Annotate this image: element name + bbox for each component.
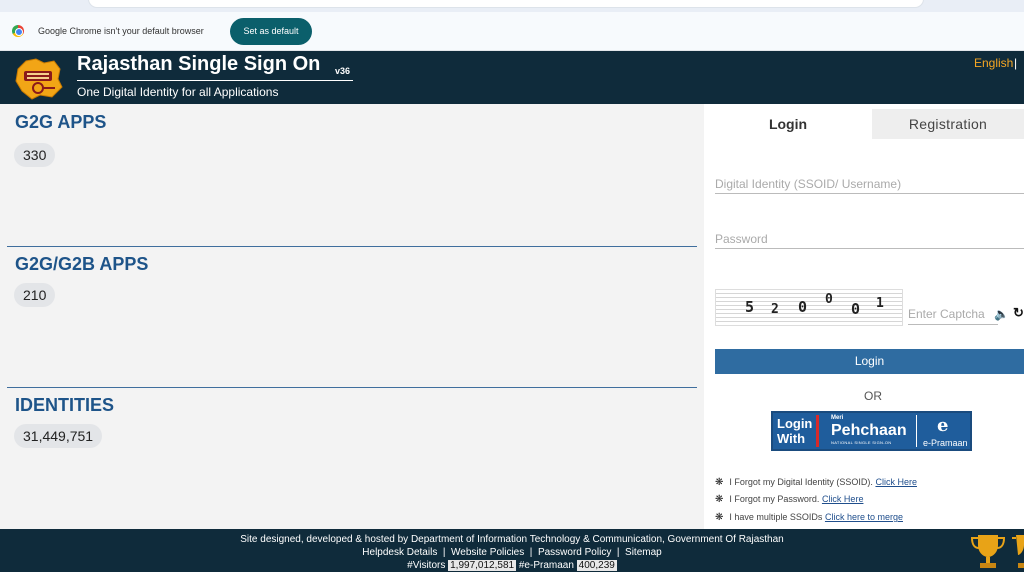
site-tagline: One Digital Identity for all Application… [77, 85, 279, 99]
stat-count-badge: 210 [14, 283, 56, 307]
visitors-count: 1,997,012,581 [448, 560, 517, 571]
website-policies-link[interactable]: Website Policies [451, 547, 524, 558]
or-divider-text: OR [864, 389, 882, 403]
stat-divider [7, 246, 697, 247]
captcha-digit: 0 [851, 300, 861, 318]
pehchaan-subtitle-text: NATIONAL SINGLE SIGN-ON [831, 440, 892, 445]
visitors-label: #Visitors [407, 560, 446, 571]
helpdesk-link[interactable]: Helpdesk Details [362, 547, 437, 558]
help-forgot-ssoid: ❋ I Forgot my Digital Identity (SSOID). C… [715, 477, 917, 488]
stat-count-badge: 330 [14, 143, 56, 167]
help-merge-ssoid: ❋ I have multiple SSOIDs Click here to me… [715, 512, 903, 523]
epramaan-label: #e-Pramaan [518, 560, 574, 571]
help-text: I Forgot my Password. [729, 494, 820, 504]
site-footer: Site designed, developed & hosted by Dep… [0, 529, 1024, 572]
captcha-image: 5 2 0 0 0 1 [715, 289, 903, 326]
site-title: Rajasthan Single Sign On [77, 53, 321, 75]
epramaan-text: e-Pramaan [923, 438, 968, 448]
stat-g2g-apps: G2G APPS [15, 112, 106, 133]
stat-heading: G2G APPS [15, 112, 107, 132]
stat-count-badge: 31,449,751 [14, 424, 103, 448]
meri-pehchaan-login-button[interactable]: Login With Meri Pehchaan NATIONAL SINGLE… [771, 411, 972, 451]
password-policy-link[interactable]: Password Policy [538, 547, 611, 558]
bullet-icon: ❋ [715, 477, 724, 488]
language-english-link[interactable]: English [974, 56, 1013, 70]
version-label: v36 [335, 66, 351, 76]
chrome-logo-icon [12, 25, 24, 37]
trophy-icon [970, 535, 1006, 568]
epramaan-count: 400,239 [576, 560, 617, 571]
stat-heading: IDENTITIES [15, 395, 115, 415]
captcha-digit: 2 [771, 302, 779, 317]
password-input[interactable] [715, 229, 1024, 249]
sitemap-link[interactable]: Sitemap [625, 547, 662, 558]
title-underline [77, 80, 353, 81]
captcha-digit: 0 [798, 298, 808, 316]
help-text: I have multiple SSOIDs [729, 512, 823, 522]
captcha-digit: 1 [876, 296, 884, 311]
set-as-default-button[interactable]: Set as default [230, 18, 312, 45]
pehchaan-name-text: Pehchaan [831, 422, 907, 439]
stat-divider [7, 387, 697, 388]
language-separator: | [1014, 56, 1018, 70]
pehchaan-login-with-text: Login With [777, 416, 813, 446]
tab-registration[interactable]: Registration [872, 109, 1024, 139]
captcha-input[interactable] [908, 303, 998, 325]
stat-g2g-g2b-apps: G2G/G2B APPS [15, 254, 148, 275]
bullet-icon: ❋ [715, 512, 724, 523]
login-panel: Login Registration 5 2 0 0 0 1 🔈 ↻ Login… [704, 104, 1024, 529]
browser-toolbar [0, 0, 1024, 12]
pehchaan-meri-text: Meri [831, 415, 844, 421]
captcha-digit: 0 [825, 292, 833, 307]
pehchaan-divider [916, 415, 917, 447]
default-browser-infobar: Google Chrome isn't your default browser… [0, 12, 1024, 51]
site-header: Rajasthan Single Sign On v36 One Digital… [0, 51, 1024, 104]
ssoid-input[interactable] [715, 174, 1024, 194]
epramaan-logo-icon: e [937, 415, 949, 436]
footer-counters: #Visitors 1,997,012,581 #e-Pramaan 400,2… [0, 560, 1024, 571]
rajasthan-logo-icon [15, 58, 63, 100]
footer-links: Helpdesk Details | Website Policies | Pa… [362, 547, 662, 558]
stat-heading: G2G/G2B APPS [15, 254, 149, 274]
pehchaan-accent-bar [816, 415, 819, 447]
merge-ssoid-link[interactable]: Click here to merge [825, 512, 903, 522]
forgot-ssoid-link[interactable]: Click Here [875, 477, 917, 487]
speaker-icon[interactable]: 🔈 [994, 307, 1009, 321]
address-bar[interactable] [88, 0, 924, 8]
forgot-password-link[interactable]: Click Here [822, 494, 864, 504]
tab-login[interactable]: Login [704, 109, 872, 139]
help-forgot-password: ❋ I Forgot my Password. Click Here [715, 494, 863, 505]
stat-identities: IDENTITIES [15, 395, 114, 416]
footer-credit: Site designed, developed & hosted by Dep… [240, 534, 784, 545]
refresh-icon[interactable]: ↻ [1013, 305, 1024, 321]
trophy-icon [1012, 535, 1024, 568]
bullet-icon: ❋ [715, 494, 724, 505]
help-text: I Forgot my Digital Identity (SSOID). [729, 477, 873, 487]
stats-panel: G2G APPS 330 G2G/G2B APPS 210 IDENTITIES… [0, 104, 704, 529]
captcha-digit: 5 [745, 298, 755, 316]
login-button[interactable]: Login [715, 349, 1024, 374]
infobar-message: Google Chrome isn't your default browser [38, 26, 204, 36]
